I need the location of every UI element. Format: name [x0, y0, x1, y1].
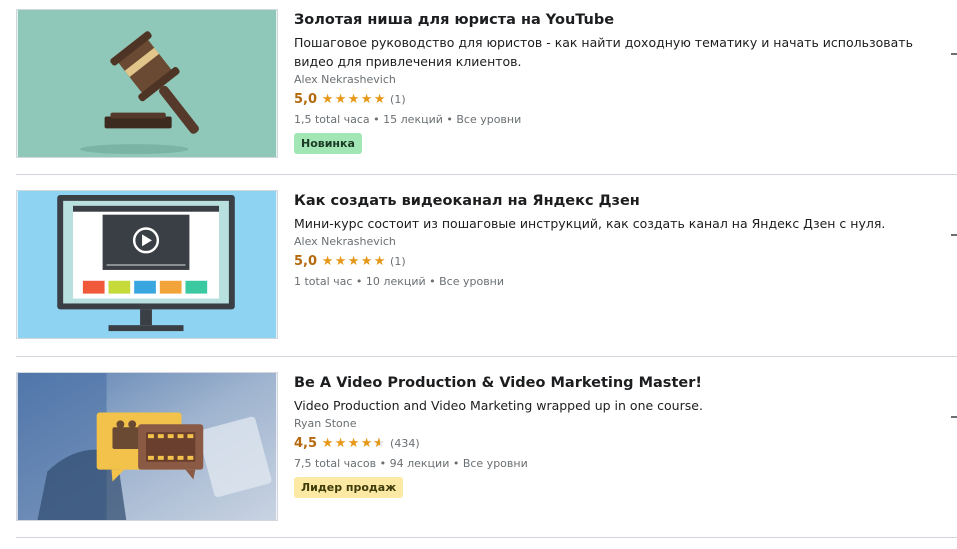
star-icon: ★ [347, 91, 360, 107]
rating-stars: ★ ★ ★ ★ ★ [321, 437, 386, 450]
bestseller-badge: Лидер продаж [294, 477, 404, 498]
divider [16, 537, 957, 538]
overflow-mark [951, 53, 957, 55]
course-card[interactable]: Золотая ниша для юриста на YouTube Пошаг… [16, 9, 957, 175]
rating: 5,0 ★ ★ ★ ★ ★ (1) [294, 88, 934, 110]
rating-value: 4,5 [294, 435, 318, 451]
course-description: Пошаговое руководство для юристов - как … [294, 35, 913, 50]
star-half-icon: ★ [373, 437, 386, 450]
course-meta: 7,5 total часов • 94 лекции • Все уровни [294, 457, 528, 470]
monitor-video-icon [17, 191, 277, 338]
divider [16, 174, 957, 175]
overflow-mark [951, 234, 957, 236]
new-badge: Новинка [294, 133, 362, 154]
star-icon: ★ [321, 91, 334, 107]
course-author: Alex Nekrashevich [294, 73, 396, 86]
course-thumbnail[interactable] [16, 9, 278, 158]
course-meta: 1 total час • 10 лекций • Все уровни [294, 275, 505, 288]
star-icon: ★ [321, 253, 334, 269]
divider [16, 356, 957, 357]
rating-stars: ★ ★ ★ ★ ★ [321, 93, 386, 106]
course-card[interactable]: Как создать видеоканал на Яндекс Дзен Ми… [16, 190, 957, 356]
course-title[interactable]: Be A Video Production & Video Marketing … [294, 374, 934, 396]
star-icon: ★ [334, 435, 347, 451]
course-thumbnail[interactable] [16, 190, 278, 339]
course-meta: 1,5 total часа • 15 лекций • Все уровни [294, 113, 522, 126]
star-icon: ★ [360, 91, 373, 107]
course-author: Alex Nekrashevich [294, 235, 396, 248]
star-icon: ★ [360, 253, 373, 269]
course-description: видео для привлечения клиентов. [294, 54, 522, 69]
course-title[interactable]: Как создать видеоканал на Яндекс Дзен [294, 192, 934, 214]
star-icon: ★ [321, 435, 334, 451]
star-icon: ★ [334, 91, 347, 107]
video-camera-chat-icon [17, 373, 277, 520]
course-author: Ryan Stone [294, 417, 357, 430]
rating-value: 5,0 [294, 253, 318, 269]
course-description: Мини-курс состоит из пошаговые инструкци… [294, 216, 886, 231]
star-icon: ★ [360, 435, 373, 451]
star-icon: ★ [347, 253, 360, 269]
course-thumbnail[interactable] [16, 372, 278, 521]
rating-stars: ★ ★ ★ ★ ★ [321, 255, 386, 268]
star-icon: ★ [347, 435, 360, 451]
star-icon: ★ [373, 253, 386, 269]
rating-count: (434) [390, 436, 420, 450]
course-card[interactable]: Be A Video Production & Video Marketing … [16, 372, 957, 538]
rating: 5,0 ★ ★ ★ ★ ★ (1) [294, 250, 934, 272]
overflow-mark [951, 416, 957, 418]
rating-count: (1) [390, 92, 406, 106]
rating-value: 5,0 [294, 91, 318, 107]
course-description: Video Production and Video Marketing wra… [294, 398, 703, 413]
rating-count: (1) [390, 254, 406, 268]
rating: 4,5 ★ ★ ★ ★ ★ (434) [294, 432, 934, 454]
star-icon: ★ [334, 253, 347, 269]
star-icon: ★ [373, 91, 386, 107]
gavel-icon [17, 10, 277, 157]
course-title[interactable]: Золотая ниша для юриста на YouTube [294, 11, 934, 33]
